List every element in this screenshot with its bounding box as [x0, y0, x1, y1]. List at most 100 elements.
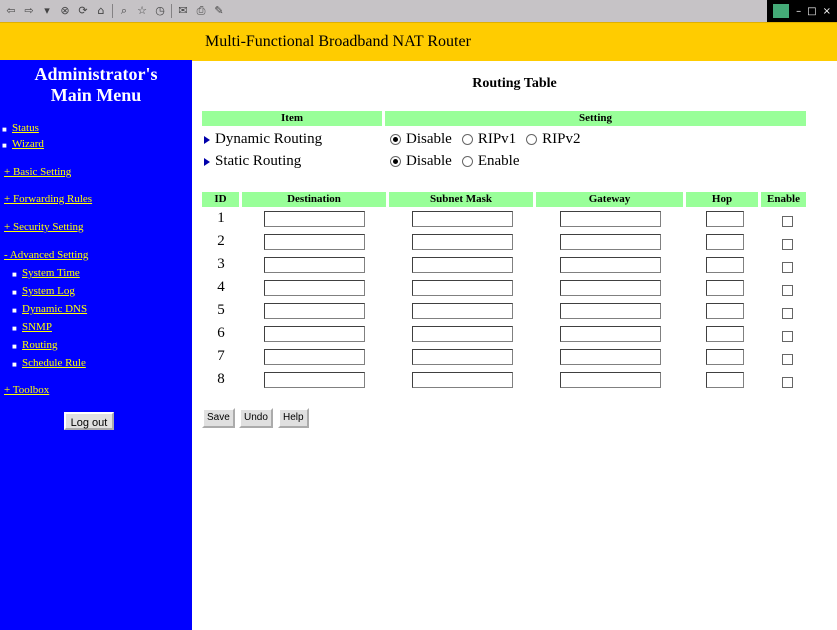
page-title: Routing Table [472, 76, 557, 91]
gateway-input[interactable] [560, 280, 661, 296]
search-icon[interactable]: ⌕ [117, 4, 131, 18]
gateway-input[interactable] [560, 234, 661, 250]
destination-input[interactable] [264, 257, 365, 273]
row-id: 7 [217, 348, 225, 364]
toolbar-separator [171, 4, 172, 18]
col-header-hop: Hop [686, 192, 758, 207]
enable-checkbox[interactable] [782, 239, 793, 250]
mail-icon[interactable]: ✉ [176, 4, 190, 18]
sidebar-item-toolbox[interactable]: + Toolbox [4, 384, 49, 396]
col-header-gateway: Gateway [536, 192, 683, 207]
sidebar-item-dynamic-dns[interactable]: Dynamic DNS [22, 303, 87, 315]
sidebar-item-status[interactable]: Status [12, 122, 39, 134]
enable-checkbox[interactable] [782, 262, 793, 273]
edit-icon[interactable]: ✎ [212, 4, 226, 18]
help-button[interactable]: Help [278, 408, 309, 428]
sidebar-item-system-log[interactable]: System Log [22, 285, 75, 297]
header-setting: Setting [385, 111, 806, 126]
forward-icon[interactable]: ⇨ [22, 4, 36, 18]
sidebar-item-routing[interactable]: Routing [22, 339, 57, 351]
static-routing-disable-label: Disable [406, 153, 452, 169]
logout-button[interactable]: Log out [64, 412, 114, 430]
undo-button[interactable]: Undo [239, 408, 273, 428]
banner-title: Multi-Functional Broadband NAT Router [205, 33, 471, 50]
dynamic-routing-ripv1-radio[interactable] [461, 134, 473, 145]
toolbar-separator [112, 4, 113, 18]
print-icon[interactable]: ⎙ [194, 4, 208, 18]
gateway-input[interactable] [560, 372, 661, 388]
main-content: Routing Table Item Setting Dynamic Routi… [192, 60, 837, 630]
refresh-icon[interactable]: ⟳ [76, 4, 90, 18]
gateway-input[interactable] [560, 303, 661, 319]
static-routing-text: Static Routing [215, 153, 302, 169]
enable-checkbox[interactable] [782, 216, 793, 227]
subnet-mask-input[interactable] [412, 211, 513, 227]
gateway-input[interactable] [560, 211, 661, 227]
sidebar-item-advanced-setting[interactable]: - Advanced Setting [4, 249, 88, 261]
gateway-input[interactable] [560, 326, 661, 342]
enable-checkbox[interactable] [782, 308, 793, 319]
destination-input[interactable] [264, 349, 365, 365]
history-icon[interactable]: ◷ [153, 4, 167, 18]
static-routing-label: Static Routing [204, 153, 301, 170]
favorites-icon[interactable]: ☆ [135, 4, 149, 18]
row-id: 3 [217, 256, 225, 272]
hop-input[interactable] [706, 372, 744, 388]
bullet-icon: ■ [12, 306, 17, 315]
dynamic-routing-disable-radio[interactable] [390, 134, 401, 145]
hop-input[interactable] [706, 303, 744, 319]
hop-input[interactable] [706, 211, 744, 227]
sidebar-item-security-setting[interactable]: + Security Setting [4, 221, 84, 233]
enable-checkbox[interactable] [782, 285, 793, 296]
sidebar: Administrator's Main Menu ■ Status ■ Wiz… [0, 60, 192, 630]
subnet-mask-input[interactable] [412, 234, 513, 250]
sidebar-item-forwarding-rules[interactable]: + Forwarding Rules [4, 193, 92, 205]
maximize-icon[interactable]: □ [807, 6, 816, 17]
subnet-mask-input[interactable] [412, 349, 513, 365]
sidebar-item-wizard[interactable]: Wizard [12, 138, 44, 150]
bullet-icon: ■ [2, 141, 7, 150]
sidebar-item-schedule-rule[interactable]: Schedule Rule [22, 357, 86, 369]
dropdown-icon[interactable]: ▾ [40, 4, 54, 18]
close-icon[interactable]: × [823, 6, 831, 17]
static-routing-enable-radio[interactable] [461, 156, 473, 167]
sidebar-item-snmp[interactable]: SNMP [22, 321, 52, 333]
destination-input[interactable] [264, 234, 365, 250]
gateway-input[interactable] [560, 257, 661, 273]
dynamic-routing-disable-label: Disable [406, 131, 452, 147]
subnet-mask-input[interactable] [412, 303, 513, 319]
subnet-mask-input[interactable] [412, 280, 513, 296]
hop-input[interactable] [706, 349, 744, 365]
arrow-right-icon [204, 135, 210, 144]
enable-checkbox[interactable] [782, 354, 793, 365]
back-icon[interactable]: ⇦ [4, 4, 18, 18]
destination-input[interactable] [264, 280, 365, 296]
home-icon[interactable]: ⌂ [94, 4, 108, 18]
hop-input[interactable] [706, 280, 744, 296]
gateway-input[interactable] [560, 349, 661, 365]
destination-input[interactable] [264, 372, 365, 388]
save-button[interactable]: Save [202, 408, 235, 428]
minimize-icon[interactable]: – [796, 6, 801, 17]
static-routing-disable-radio[interactable] [390, 156, 401, 167]
destination-input[interactable] [264, 326, 365, 342]
window-controls: – □ × [767, 0, 837, 22]
hop-input[interactable] [706, 326, 744, 342]
subnet-mask-input[interactable] [412, 326, 513, 342]
hop-input[interactable] [706, 257, 744, 273]
dynamic-routing-label: Dynamic Routing [204, 131, 322, 148]
enable-checkbox[interactable] [782, 331, 793, 342]
subnet-mask-input[interactable] [412, 372, 513, 388]
hop-input[interactable] [706, 234, 744, 250]
destination-input[interactable] [264, 211, 365, 227]
subnet-mask-input[interactable] [412, 257, 513, 273]
sidebar-item-basic-setting[interactable]: + Basic Setting [4, 166, 71, 178]
sidebar-item-system-time[interactable]: System Time [22, 267, 80, 279]
row-id: 4 [217, 279, 225, 295]
stop-icon[interactable]: ⊗ [58, 4, 72, 18]
destination-input[interactable] [264, 303, 365, 319]
header-item: Item [202, 111, 382, 126]
enable-checkbox[interactable] [782, 377, 793, 388]
col-header-enable: Enable [761, 192, 806, 207]
dynamic-routing-ripv2-radio[interactable] [526, 134, 538, 145]
